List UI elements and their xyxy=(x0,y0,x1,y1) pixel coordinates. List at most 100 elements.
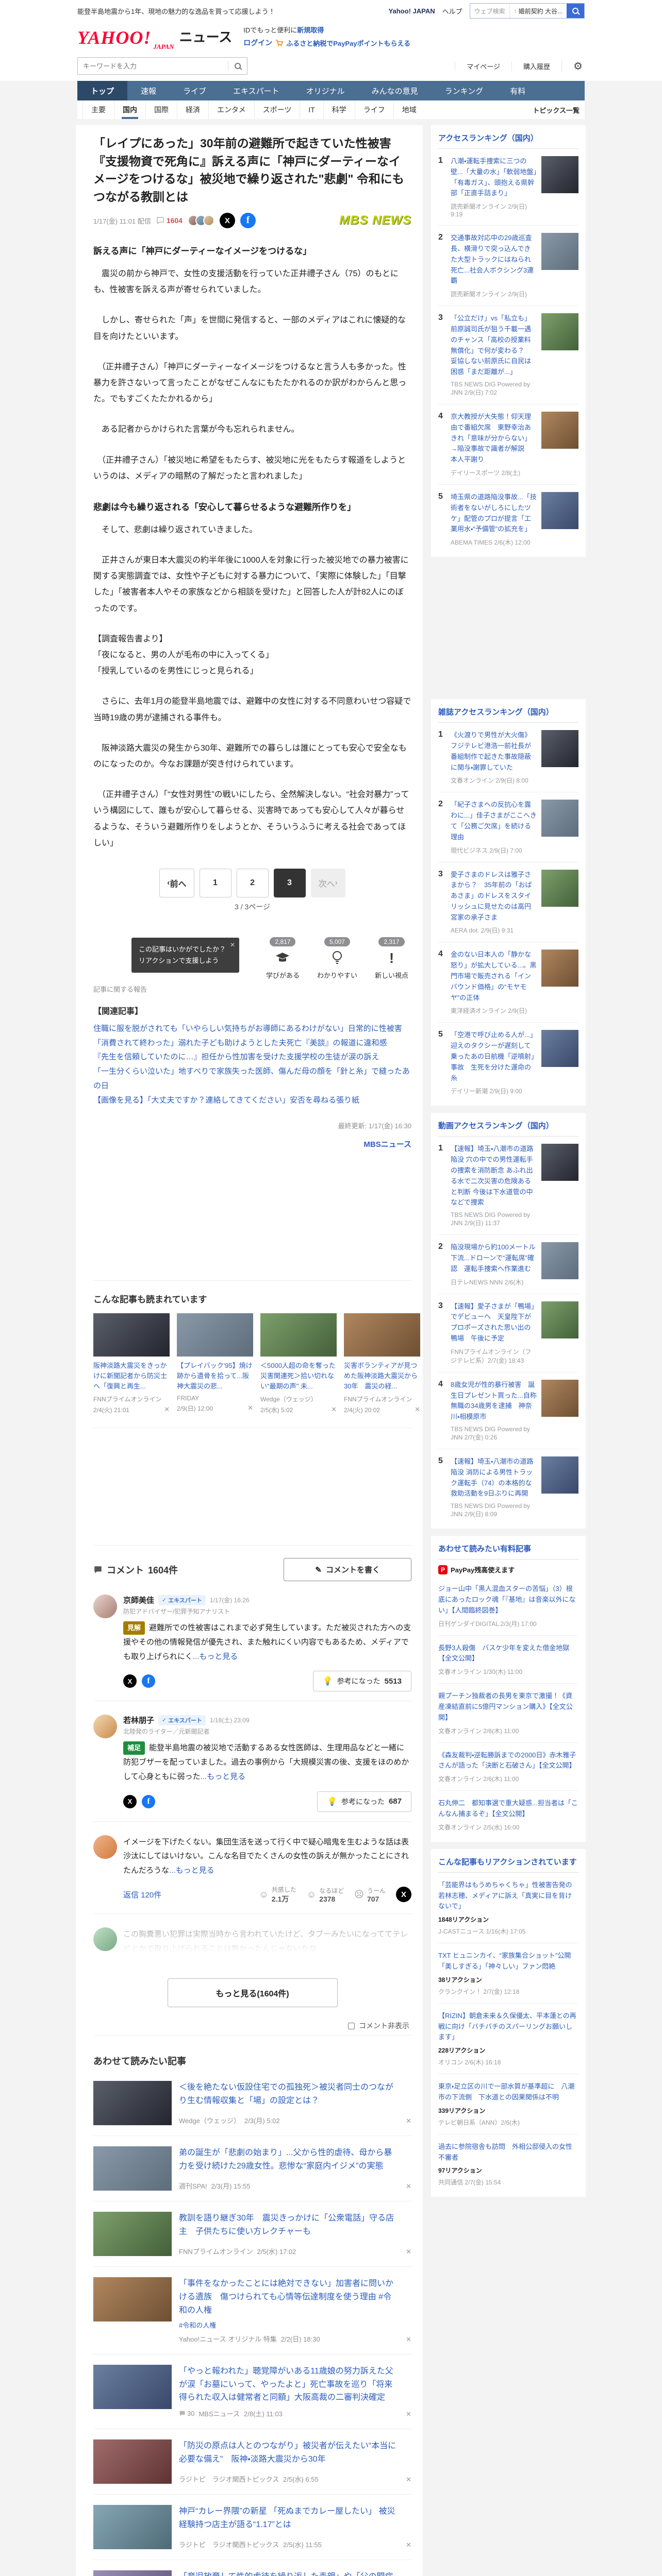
empathy-reaction[interactable]: ☺ 共感した 2.1万 xyxy=(259,1885,296,1904)
ranking-item[interactable]: 4 金のない日本人の「静かな怒り」が拡大している...。黒門市場で販売される「イ… xyxy=(438,942,578,1023)
reaction-button-learned[interactable]: 2,817 学びがある xyxy=(266,937,300,980)
category-tab[interactable]: スポーツ xyxy=(254,100,300,119)
ranking-item[interactable]: 1 【速報】埼玉・八潮市の道路陥没 穴の中での男性運転手の捜索を消防断念 あふれ… xyxy=(438,1137,578,1235)
close-icon[interactable]: ✕ xyxy=(406,2476,411,2484)
related-link[interactable]: 【画像を見る】「大丈夫ですか？連絡してきてください」安否を尋ねる張り紙 xyxy=(93,1093,411,1108)
reacted-article-item[interactable]: 東京・足立区の川で一部水質が基準超に 八潮市の下流側 下水道との因果関係は不明 … xyxy=(438,2074,578,2134)
nav-tab[interactable]: トップ xyxy=(77,81,128,100)
yahoo-news-logo[interactable]: YAHOO! JAPAN ニュース xyxy=(77,27,232,50)
share-x-icon[interactable]: X xyxy=(123,1794,137,1808)
paid-article-item[interactable]: 長野3人殺傷 バスケ少年を変えた借金地獄【全文公開】 文春オンライン 1/30(… xyxy=(438,1636,578,1684)
section-heading[interactable]: アクセスランキング（国内） xyxy=(438,132,578,149)
write-comment-button[interactable]: ✎ コメントを書く xyxy=(284,1558,411,1582)
category-tab[interactable]: IT xyxy=(300,100,323,119)
reacted-article-item[interactable]: 【RIZIN】朝倉未来＆久保優太、平本蓮との再戦に向け「バチバチのスパーリングお… xyxy=(438,2004,578,2075)
share-facebook-icon[interactable]: f xyxy=(142,1794,155,1808)
reacted-article-item[interactable]: 「芸能界はもうめちゃくちゃ」性被害告発の若林志穂、メディアに訴え「真実に目を背け… xyxy=(438,1873,578,1944)
close-icon[interactable]: ✕ xyxy=(406,2117,411,2125)
reply-link[interactable]: 返信 120件 xyxy=(123,1889,161,1900)
page-number-button[interactable]: 1 xyxy=(199,868,231,897)
yahoo-japan-link[interactable]: Yahoo! JAPAN xyxy=(389,7,435,15)
close-icon[interactable]: ✕ xyxy=(406,2248,411,2256)
promo-text[interactable]: 能登半島地震から1年、現地の魅力的な逸品を買って応援しよう！ xyxy=(77,6,389,16)
page-number-button[interactable]: 3 xyxy=(273,868,306,897)
provider-logo[interactable]: MBS NEWS xyxy=(339,213,411,228)
keyword-search-button[interactable] xyxy=(228,63,247,69)
web-search-button[interactable] xyxy=(567,4,584,18)
section-heading[interactable]: こんな記事もリアクションされています xyxy=(438,1856,578,1873)
share-facebook-icon[interactable]: f xyxy=(142,1674,155,1688)
category-tab[interactable]: 国際 xyxy=(145,100,177,119)
helpful-button[interactable]: 💡 参考になった 5513 xyxy=(312,1671,411,1692)
close-icon[interactable]: ✕ xyxy=(406,2410,411,2418)
paid-article-item[interactable]: ジョー山中「黒人混血スターの苦悩」（3）根底にあったロック魂「『基地』は音楽以外… xyxy=(438,1577,578,1636)
hmm-reaction[interactable]: ☹ うーん 707 xyxy=(354,1886,386,1903)
ranking-item[interactable]: 4 京大教授が大失態！仰天理由で番組欠席 東野幸治あきれ「意味が分からない」→陥… xyxy=(438,404,578,485)
article-list-item[interactable]: 「事件をなかったことには絶対できない」加害者に問いかける遺族 傷つけられても心情… xyxy=(93,2267,411,2355)
trending-query-chip[interactable]: ↑ 婚前契約 大谷... xyxy=(509,4,567,18)
report-article-link[interactable]: 記事に関する報告 xyxy=(93,986,147,993)
nav-tab[interactable]: エキスパート xyxy=(220,81,293,100)
article-list-item[interactable]: ＜後を絶たない仮設住宅での孤独死＞被災者同士のつながり生む情報収集と「場」の設定… xyxy=(93,2071,411,2137)
nav-tab[interactable]: みんなの意見 xyxy=(358,81,432,100)
web-search-box[interactable]: ウェブ検索 ↑ 婚前契約 大谷... xyxy=(469,3,585,19)
article-list-item[interactable]: 「育児放棄して性的虐待を繰り返した毒親」や「父の闘病中に浪費を重ねた母」との絶縁… xyxy=(93,2560,411,2576)
helpful-button[interactable]: 💡 参考になった 687 xyxy=(317,1791,411,1812)
article-list-item[interactable]: 神戸“カレー界隈”の新星 「死ぬまでカレー屋したい」 被災経験持つ店主が語る“1… xyxy=(93,2495,411,2560)
ranking-item[interactable]: 5 【速報】埼玉・八潮市の道路陥没 消防による男性トラック運転手（74）の本格的… xyxy=(438,1449,578,1526)
nav-tab[interactable]: オリジナル xyxy=(293,81,358,100)
close-icon[interactable]: ✕ xyxy=(247,1404,253,1413)
close-icon[interactable]: ✕ xyxy=(230,940,235,950)
mypage-link[interactable]: マイページ xyxy=(455,61,511,71)
nav-tab[interactable]: 速報 xyxy=(127,81,170,100)
reaction-button-new-view[interactable]: 2,317 ! 新しい視点 xyxy=(375,937,408,980)
related-link[interactable]: 「一生分くらい泣いた」地すべりで家族失った医師、傷んだ母の顔を「針と糸」で縫った… xyxy=(93,1064,411,1093)
paid-article-item[interactable]: 《森友裁判・逆転勝訴までの2000日》赤木雅子さんが語った「決断と石破さん」【全… xyxy=(438,1743,578,1791)
close-icon[interactable]: ✕ xyxy=(164,1405,170,1414)
article-card[interactable]: 【プレイバック'95】焼け跡から遺骨を拾って...阪神大震災の悲... FRID… xyxy=(177,1313,253,1414)
section-heading[interactable]: 雑誌アクセスランキング（国内） xyxy=(438,706,578,723)
category-tab[interactable]: 国内 xyxy=(114,100,145,119)
share-x-icon[interactable]: X xyxy=(219,213,235,228)
close-icon[interactable]: ✕ xyxy=(406,2335,411,2344)
article-list-item[interactable]: 弟の誕生が「悲劇の始まり」...父から性的虐待、母から暴力を受け続けた29歳女性… xyxy=(93,2136,411,2202)
article-list-item[interactable]: 「防災の原点は人とのつながり」被災者が伝えたい“本当に必要な備え” 阪神・淡路大… xyxy=(93,2429,411,2495)
avatar[interactable] xyxy=(93,1927,117,1951)
section-heading[interactable]: あわせて読みたい有料記事 xyxy=(438,1543,578,1560)
ranking-item[interactable]: 5 「空港で呼び止める人が...」迎えのタクシーが遅刻して乗ったあの日航機「逆噴… xyxy=(438,1023,578,1103)
ranking-item[interactable]: 2 交通事故対応中の29歳巡査長、横滑りで突っ込んできた大型トラックにはねられ死… xyxy=(438,226,578,307)
reacted-article-item[interactable]: TXT ヒュニンカイ、“家族集合ショット”公開「美しすぎる」「神々しい」ファン悶… xyxy=(438,1943,578,2004)
ranking-item[interactable]: 3 愛子さまのドレスは雅子さまから？ 35年前の「おばあさま」のドレスをスタイリ… xyxy=(438,862,578,943)
category-tab[interactable]: 主要 xyxy=(82,100,114,119)
nav-tab[interactable]: ランキング xyxy=(432,81,497,100)
paid-article-item[interactable]: 石丸伸二 都知事選で重大疑惑...担当者は「こんなん捕まるぞ」【全文公開】 文春… xyxy=(438,1791,578,1839)
article-card[interactable]: 災害ボランティアが見つめた阪神淡路大震災から30年 震災の経... FNNプライ… xyxy=(344,1313,420,1414)
search-input[interactable] xyxy=(78,62,228,70)
close-icon[interactable]: ✕ xyxy=(406,2182,411,2191)
close-icon[interactable]: ✕ xyxy=(406,2541,411,2549)
article-list-item[interactable]: 教訓を語り継ぎ30年 震災きっかけに「公衆電話」守る店主 子供たちに使い方レクチ… xyxy=(93,2201,411,2267)
furusato-promo-link[interactable]: ふるさと納税でPayPayポイントもらえる xyxy=(286,38,410,48)
ranking-item[interactable]: 1 《火渡りで男性が大火傷》フジテレビ港浩一前社長が番組制作で起きた事故隠蔽に関… xyxy=(438,723,578,793)
reaction-button-clear[interactable]: 5,007 わかりやすい xyxy=(317,937,357,980)
topics-list-link[interactable]: トピックス一覧 xyxy=(533,105,580,115)
login-link[interactable]: ログイン xyxy=(243,38,272,48)
naruhodo-reaction[interactable]: ☺ なるほど 2378 xyxy=(307,1886,344,1903)
article-card[interactable]: 阪神淡路大震災をきっかけに新聞記者から防災士へ「復興と再生... FNNプライム… xyxy=(93,1313,170,1414)
ranking-item[interactable]: 3 【速報】愛子さまが「鴨場」でデビューへ 天皇陛下がプロポーズされた思い出の鴨… xyxy=(438,1294,578,1372)
nav-tab[interactable]: 有料 xyxy=(496,81,539,100)
avatar[interactable] xyxy=(93,1715,117,1739)
help-link[interactable]: ヘルプ xyxy=(442,6,462,16)
ranking-item[interactable]: 4 8歳女児が性的暴行被害 誕生日プレゼント買った...自称無職の34歳男を逮捕… xyxy=(438,1372,578,1449)
article-card[interactable]: ＜5000人超の命を奪った災害関連死＞拾い切れない"最期の声" 未... Wed… xyxy=(260,1313,337,1414)
close-icon[interactable]: ✕ xyxy=(415,1405,420,1414)
prev-page-button[interactable]: ‹ 前へ xyxy=(159,868,194,897)
category-tab[interactable]: 地域 xyxy=(393,100,425,119)
provider-link[interactable]: MBSニュース xyxy=(93,1138,411,1152)
hide-comments-checkbox[interactable] xyxy=(348,2022,355,2029)
category-tab[interactable]: 経済 xyxy=(177,100,208,119)
hashtag-link[interactable]: #令和の人権 xyxy=(179,2320,399,2330)
paid-article-item[interactable]: 親プーチン独裁者の長男を東京で激撮！《資産凍結直前に5億円マンション購入》【全文… xyxy=(438,1684,578,1743)
category-tab[interactable]: エンタメ xyxy=(208,100,254,119)
avatar[interactable] xyxy=(93,1595,117,1619)
